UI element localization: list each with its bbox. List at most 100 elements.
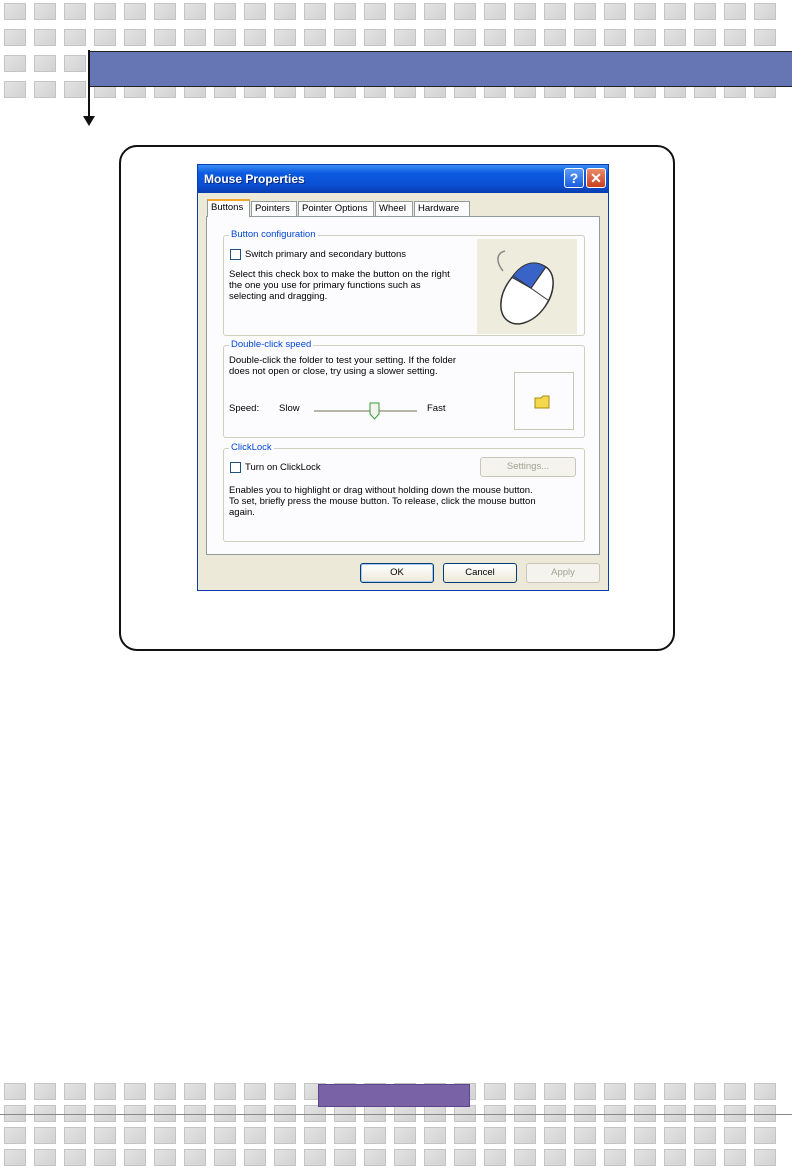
decor-tile [514,1127,536,1144]
apply-button[interactable]: Apply [526,563,600,583]
mouse-icon [497,250,554,325]
decor-tile [634,3,656,20]
decor-tile [604,1083,626,1100]
decor-tile [664,1149,686,1166]
decor-tile [574,29,596,46]
decor-tile [724,29,746,46]
decor-tile [94,1149,116,1166]
decor-tile [304,1149,326,1166]
help-button[interactable]: ? [564,168,584,188]
decor-tile [64,1083,86,1100]
decor-tile [214,29,236,46]
double-click-speed-title: Double-click speed [229,339,314,350]
decor-tile [754,29,776,46]
decor-tile [274,3,296,20]
folder-icon [534,395,550,409]
clicklock-group: ClickLock Turn on ClickLock Settings... … [223,442,585,542]
decor-tile [124,1149,146,1166]
clicklock-label[interactable]: Turn on ClickLock [245,462,321,473]
decor-tile [574,3,596,20]
cancel-button[interactable]: Cancel [443,563,517,583]
header-bar [90,51,792,87]
decor-tile [334,29,356,46]
decor-tile [154,29,176,46]
button-config-desc-2: the one you use for primary functions su… [229,280,421,291]
decor-tile [574,1127,596,1144]
decor-tile [34,81,56,98]
decor-tile [214,1127,236,1144]
pointer-arrow-icon [83,116,95,126]
double-click-desc-1: Double-click the folder to test your set… [229,355,457,366]
dialog-title: Mouse Properties [204,172,305,186]
clicklock-title: ClickLock [229,442,274,453]
footer-bar [318,1084,470,1107]
switch-buttons-checkbox[interactable] [230,249,241,260]
decor-tile [94,3,116,20]
decor-tile [64,1149,86,1166]
decor-tile [514,3,536,20]
close-button[interactable]: ✕ [586,168,606,188]
button-config-desc-1: Select this check box to make the button… [229,269,450,280]
decor-tile [454,29,476,46]
decor-tile [694,1149,716,1166]
decor-tile [34,55,56,72]
decor-tile [94,1127,116,1144]
decor-tile [604,1149,626,1166]
decor-tile [694,1127,716,1144]
slow-label: Slow [279,403,300,414]
decor-tile [484,1127,506,1144]
decor-tile [544,1127,566,1144]
decor-tile [484,1149,506,1166]
speed-label: Speed: [229,403,260,414]
decor-tile [394,3,416,20]
decor-tile [154,1127,176,1144]
decor-tile [694,1083,716,1100]
speed-slider-track[interactable] [314,410,417,413]
decor-tile [544,3,566,20]
decor-tile [154,3,176,20]
decor-tile [634,1127,656,1144]
decor-tile [754,1149,776,1166]
ok-button[interactable]: OK [360,563,434,583]
button-configuration-group: Button configuration Switch primary and … [223,229,585,336]
decor-tile [664,1127,686,1144]
decor-tile [4,1083,26,1100]
decor-tile [184,1149,206,1166]
decor-tile [424,29,446,46]
decor-tile [424,1149,446,1166]
decor-tile [754,1127,776,1144]
decor-tile [274,1127,296,1144]
decor-tile [274,1149,296,1166]
switch-buttons-label[interactable]: Switch primary and secondary buttons [245,249,406,260]
tab-buttons[interactable]: Buttons [207,199,250,217]
button-configuration-title: Button configuration [229,229,318,240]
decor-tile [244,1149,266,1166]
clicklock-desc-3: again. [229,507,255,518]
decor-tile [184,1127,206,1144]
clicklock-settings-button[interactable]: Settings... [480,457,576,477]
decor-tile [64,81,86,98]
decor-tile [4,55,26,72]
tab-hardware[interactable]: Hardware [414,201,470,216]
decor-tile [154,1083,176,1100]
speed-slider-thumb[interactable] [369,402,380,423]
decor-tile [214,1083,236,1100]
decor-tile [94,1083,116,1100]
decor-tile [724,3,746,20]
decor-tile [724,1083,746,1100]
slider-thumb-icon [369,402,380,420]
decor-tile [184,29,206,46]
dialog-titlebar[interactable]: Mouse Properties ? ✕ [198,165,608,193]
decor-tile [304,3,326,20]
test-folder-area[interactable] [514,372,574,430]
decor-tile [544,1083,566,1100]
tab-wheel[interactable]: Wheel [375,201,413,216]
decor-tile [124,1083,146,1100]
clicklock-checkbox[interactable] [230,462,241,473]
decor-tile [484,29,506,46]
decor-tile [484,3,506,20]
tab-pointers[interactable]: Pointers [251,201,297,216]
decor-tile [514,1083,536,1100]
decor-tile [4,1149,26,1166]
tab-pointer-options[interactable]: Pointer Options [298,201,374,216]
